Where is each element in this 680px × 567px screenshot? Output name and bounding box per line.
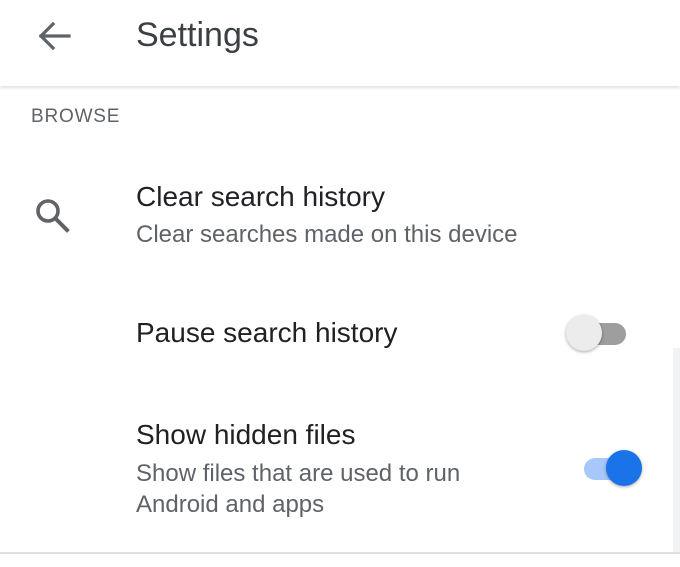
section-header-browse: BROWSE — [31, 106, 121, 127]
search-icon — [36, 199, 70, 233]
pause-search-history-title: Pause search history — [136, 317, 398, 348]
back-button[interactable] — [26, 12, 82, 60]
arrow-left-icon — [38, 21, 71, 51]
bottom-divider — [0, 552, 680, 554]
clear-search-history-title: Clear search history — [136, 181, 385, 212]
scrollbar[interactable] — [673, 348, 680, 552]
toggle-thumb — [606, 450, 642, 486]
clear-search-history-subtitle: Clear searches made on this device — [136, 221, 518, 248]
show-hidden-files-item[interactable]: Show hidden files Show files that are us… — [0, 412, 680, 522]
show-hidden-files-title: Show hidden files — [136, 419, 356, 450]
show-hidden-files-subtitle-line2: Android and apps — [136, 491, 325, 518]
pause-search-history-item[interactable]: Pause search history — [0, 300, 680, 370]
clear-search-history-item[interactable]: Clear search history Clear searches made… — [0, 168, 680, 268]
page-title: Settings — [136, 16, 259, 54]
app-bar: Settings — [0, 0, 680, 86]
show-hidden-files-toggle[interactable] — [580, 448, 644, 488]
toggle-thumb — [566, 315, 602, 351]
show-hidden-files-subtitle-line1: Show files that are used to run — [136, 460, 461, 487]
pause-search-history-toggle[interactable] — [566, 313, 630, 353]
